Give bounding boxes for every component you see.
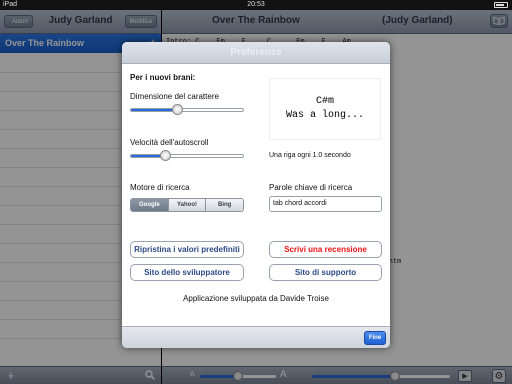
keywords-label: Parole chiave di ricerca [269,183,353,192]
slider-knob[interactable] [172,104,183,115]
search-engine-label: Motore di ricerca [130,183,190,192]
preferences-dialog: Preferenze Per i nuovi brani: Dimensione… [122,42,390,348]
autoscroll-slider[interactable] [130,150,244,161]
autoscroll-note: Una riga ogni 1.0 secondo [269,152,351,159]
done-button[interactable]: Fine [364,331,386,345]
support-site-button[interactable]: Sito di supporto [269,264,382,281]
segment-yahoo[interactable]: Yahoo! [168,199,207,211]
clock: 20:53 [247,1,265,8]
autoscroll-label: Velocità dell'autoscroll [130,138,209,147]
reset-defaults-button[interactable]: Ripristina i valori predefiniti [130,241,244,258]
dialog-footer: Fine [122,326,390,348]
credit-text: Applicazione sviluppata da Davide Troise [183,294,329,303]
preview-chord: C#m [315,96,334,107]
developer-site-button[interactable]: Sito dello sviluppatore [130,264,244,281]
segment-google[interactable]: Google [131,199,169,211]
preview-lyric: Was a long... [285,110,364,121]
segment-bing[interactable]: Bing [206,199,243,211]
keywords-field[interactable]: tab chord accordi [269,196,382,212]
font-preview: C#m Was a long... [269,78,381,140]
new-songs-heading: Per i nuovi brani: [130,73,196,82]
font-size-slider[interactable] [130,104,244,115]
font-size-label: Dimensione del carattere [130,92,219,101]
search-engine-selector: Google Yahoo! Bing [130,198,244,212]
status-bar: iPad 20:53 [0,0,512,10]
dialog-title: Preferenze [122,42,390,64]
slider-fill [131,109,177,111]
battery-icon [494,2,508,8]
write-review-button[interactable]: Scrivi una recensione [269,241,382,258]
slider-knob[interactable] [160,150,171,161]
